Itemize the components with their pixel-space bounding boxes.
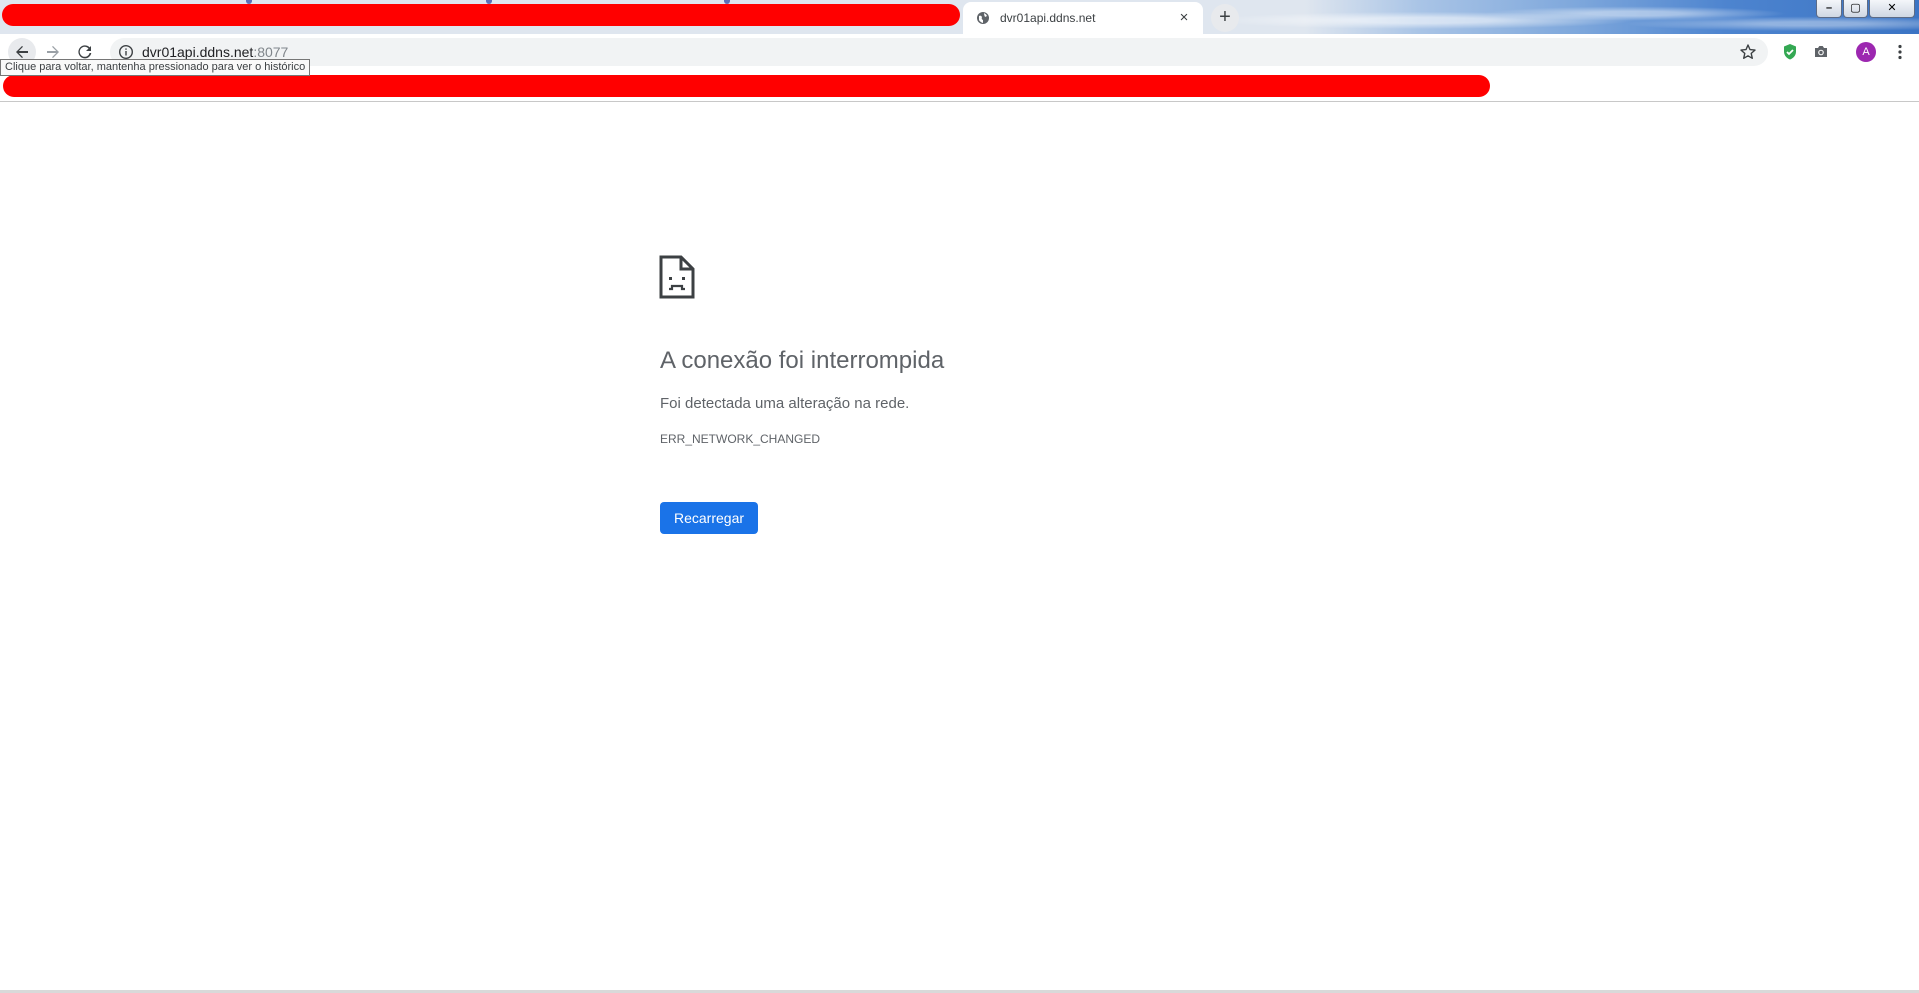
error-description: Foi detectada uma alteração na rede.	[660, 395, 910, 412]
info-icon[interactable]	[118, 44, 134, 60]
url-text[interactable]: dvr01api.ddns.net:8077	[142, 44, 288, 60]
shield-icon[interactable]	[1780, 42, 1800, 62]
maximize-icon: ▢	[1843, 0, 1868, 18]
active-tab[interactable]: dvr01api.ddns.net ×	[963, 2, 1203, 34]
close-icon: ✕	[1869, 0, 1915, 18]
redacted-bookmarks	[3, 75, 1490, 97]
arrow-left-icon	[16, 46, 28, 58]
sad-document-icon	[659, 255, 695, 299]
redacted-tabs	[2, 4, 960, 26]
tab-title: dvr01api.ddns.net	[1000, 11, 1096, 25]
address-bar[interactable]: dvr01api.ddns.net:8077	[110, 38, 1768, 66]
profile-avatar[interactable]: A	[1856, 42, 1876, 62]
error-code: ERR_NETWORK_CHANGED	[660, 432, 821, 446]
reload-icon	[78, 45, 92, 59]
back-button-tooltip: Clique para voltar, mantenha pressionado…	[0, 59, 311, 76]
arrow-right-icon	[47, 46, 59, 58]
kebab-menu-icon[interactable]	[1890, 42, 1910, 62]
tab-strip: dvr01api.ddns.net × + – ▢ ✕	[0, 0, 1919, 34]
url-host: dvr01api.ddns.net	[142, 44, 254, 60]
url-port: :8077	[253, 44, 289, 60]
new-tab-button[interactable]: +	[1211, 4, 1239, 32]
desktop-wallpaper	[1210, 0, 1919, 34]
minimize-icon: –	[1816, 0, 1842, 18]
camera-icon[interactable]	[1811, 42, 1831, 62]
error-page: A conexão foi interrompida Foi detectada…	[0, 103, 1919, 990]
maximize-button[interactable]: ▢	[1843, 0, 1868, 18]
error-title: A conexão foi interrompida	[660, 347, 945, 374]
minimize-button[interactable]: –	[1816, 0, 1842, 18]
close-tab-icon[interactable]: ×	[1174, 8, 1194, 28]
star-icon[interactable]	[1738, 42, 1758, 62]
close-window-button[interactable]: ✕	[1869, 0, 1915, 18]
reload-page-button[interactable]: Recarregar	[660, 502, 758, 534]
globe-icon	[977, 12, 989, 24]
